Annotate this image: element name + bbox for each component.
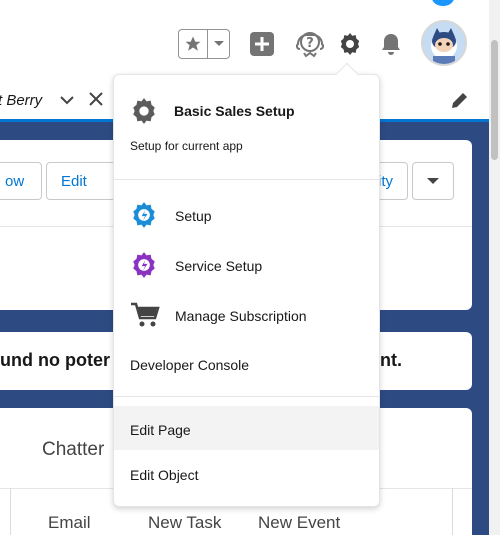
notifications-button[interactable] — [378, 31, 404, 57]
setup-menu-subtitle: Setup for current app — [130, 139, 243, 153]
favorites-list-button[interactable] — [208, 30, 229, 58]
tab-chatter[interactable]: Chatter — [42, 439, 104, 461]
edit-button[interactable]: Edit — [46, 162, 116, 200]
menu-item-setup-label: Setup — [175, 208, 212, 224]
new-event-action[interactable]: New Event — [258, 513, 340, 533]
edit-nav-button[interactable] — [450, 90, 470, 115]
edit-button-label: Edit — [61, 172, 87, 190]
menu-divider — [114, 396, 379, 397]
menu-item-service-setup-label: Service Setup — [175, 258, 263, 274]
avatar[interactable] — [421, 20, 467, 66]
alert-text-left: und no poter — [0, 350, 110, 370]
menu-divider — [114, 179, 379, 180]
close-icon — [89, 92, 103, 106]
plus-square-icon — [250, 32, 274, 56]
setup-menu-title[interactable]: Basic Sales Setup — [174, 103, 295, 119]
favorites-star-button[interactable] — [179, 30, 209, 58]
astro-avatar-icon — [423, 22, 465, 64]
record-tab-label[interactable]: t Berry — [0, 92, 42, 109]
menu-item-developer-console-label: Developer Console — [130, 357, 250, 373]
caret-down-icon — [213, 41, 224, 46]
service-setup-gear-icon — [133, 252, 155, 278]
help-button[interactable]: ? — [294, 27, 326, 59]
menu-item-manage-subscription-label: Manage Subscription — [175, 308, 307, 324]
svg-text:?: ? — [306, 36, 314, 51]
scrollbar-thumb[interactable] — [491, 40, 498, 160]
more-actions-button[interactable] — [412, 162, 454, 200]
notification-dot — [432, 0, 454, 6]
record-action-button-label: ity — [378, 172, 393, 190]
setup-gear-icon — [133, 202, 155, 228]
publisher-left-border — [10, 488, 11, 535]
gear-icon — [340, 33, 360, 55]
help-icon: ? — [295, 32, 325, 58]
cart-icon — [131, 302, 160, 327]
menu-item-edit-page-label: Edit Page — [130, 422, 191, 438]
menu-item-edit-object-label: Edit Object — [130, 467, 199, 483]
chevron-down-icon — [60, 96, 74, 105]
caret-down-icon — [427, 177, 439, 184]
tab-menu-button[interactable] — [59, 92, 75, 113]
close-tab-button[interactable] — [88, 91, 104, 112]
global-actions-button[interactable] — [249, 31, 275, 57]
new-task-action[interactable]: New Task — [148, 513, 221, 533]
alert-text-right: nt. — [380, 350, 402, 370]
gear-icon — [133, 98, 155, 124]
email-action[interactable]: Email — [48, 513, 91, 533]
star-icon — [185, 36, 201, 51]
favorites-button-group — [178, 29, 230, 59]
pencil-icon — [452, 93, 467, 108]
global-header: ? — [0, 0, 500, 78]
follow-button-label: ow — [5, 172, 25, 190]
follow-button[interactable]: ow — [0, 162, 42, 200]
setup-gear-button[interactable] — [337, 31, 363, 57]
bell-icon — [382, 34, 400, 55]
publisher-right-border — [452, 488, 453, 535]
